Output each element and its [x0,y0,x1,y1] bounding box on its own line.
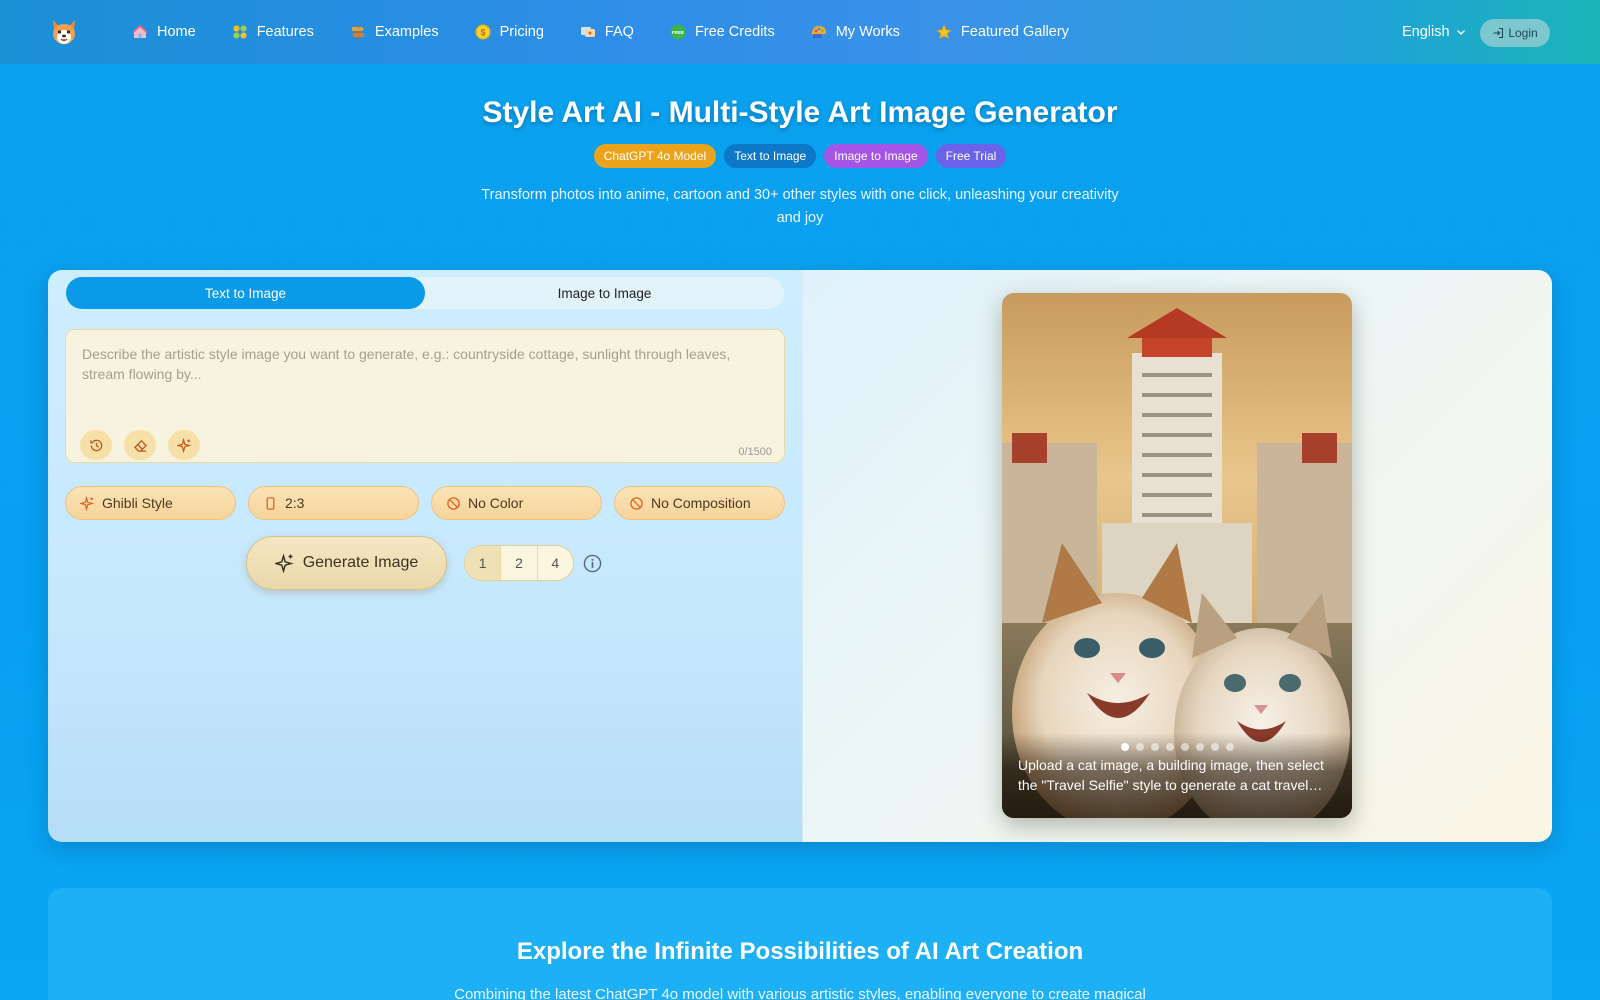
login-icon [1493,27,1504,39]
badge-model: ChatGPT 4o Model [593,144,717,168]
nav-free-credits[interactable]: FREE Free Credits [670,0,775,64]
char-counter: 0/1500 [738,446,772,458]
color-value: No Color [468,495,524,511]
carousel-dot[interactable] [1210,743,1219,751]
composition-select[interactable]: No Composition [614,486,785,520]
count-option-2[interactable]: 2 [501,546,538,580]
chevron-down-icon [1456,30,1465,35]
corgi-logo-icon[interactable] [48,16,80,48]
language-label: English [1402,24,1450,40]
example-carousel[interactable]: Upload a cat image, a building image, th… [1002,293,1352,818]
badge-free-trial: Free Trial [935,144,1007,168]
home-icon [132,24,148,38]
carousel-dot[interactable] [1195,743,1204,751]
color-select[interactable]: No Color [431,486,602,520]
palette-icon [811,26,826,38]
explore-subtitle: Combining the latest ChatGPT 4o model wi… [454,986,1146,1000]
sparkle-icon [176,437,191,453]
features-icon [233,25,247,39]
login-button[interactable]: Login [1480,19,1550,47]
nav-featured-gallery-label: Featured Gallery [960,24,1069,40]
tab-image-to-image[interactable]: Image to Image [425,277,784,309]
eraser-icon [133,439,147,452]
ratio-value: 2:3 [285,495,305,511]
style-value: Ghibli Style [102,495,173,511]
feature-badges: ChatGPT 4o Model Text to Image Image to … [0,144,1600,168]
preview-panel: Upload a cat image, a building image, th… [802,270,1552,842]
login-label: Login [1508,26,1538,40]
prompt-box: 0/1500 [65,329,785,463]
generator-card: Text to Image Image to Image 0/1500 [48,270,1552,842]
info-icon[interactable] [583,554,602,573]
nav-features-label: Features [256,24,314,40]
nav-examples-label: Examples [374,24,439,40]
carousel-dot[interactable] [1120,743,1129,751]
generate-label: Generate Image [302,554,419,571]
nav-pricing-label: Pricing [499,24,544,40]
style-select[interactable]: Ghibli Style [65,486,236,520]
carousel-dot[interactable] [1150,743,1159,751]
count-option-1[interactable]: 1 [465,546,502,580]
coin-icon: $ [475,24,491,40]
prompt-tools [80,430,200,460]
mode-tabs: Text to Image Image to Image [66,277,784,309]
sparkle-icon [274,553,294,573]
badge-image-to-image: Image to Image [824,144,928,168]
ratio-select[interactable]: 2:3 [248,486,419,520]
carousel-dots [1002,743,1352,751]
free-badge-text: FREE [672,30,684,35]
composition-value: No Composition [651,495,751,511]
nav-faq[interactable]: FAQ [580,0,634,64]
svg-text:$: $ [480,28,485,38]
ban-icon [630,496,643,510]
nav-featured-gallery[interactable]: Featured Gallery [936,0,1069,64]
clear-button[interactable] [124,430,156,460]
nav-features[interactable]: Features [232,0,314,64]
carousel-dot[interactable] [1180,743,1189,751]
image-count-selector: 1 2 4 [464,545,574,581]
language-selector[interactable]: English [1402,0,1466,64]
history-button[interactable] [80,430,112,460]
nav-my-works[interactable]: My Works [811,0,900,64]
nav-menu: Home Features Examples $ Pricing FAQ FRE… [132,0,1105,64]
portrait-ratio-icon [266,496,275,510]
history-icon [89,439,102,451]
style-options: Ghibli Style 2:3 No Color No Composition [65,486,785,520]
nav-pricing[interactable]: $ Pricing [475,0,544,64]
nav-home[interactable]: Home [132,0,196,64]
explore-section: Explore the Infinite Possibilities of AI… [48,888,1552,1000]
carousel-dot[interactable] [1225,743,1234,751]
star-icon [936,24,952,40]
nav-faq-label: FAQ [604,24,634,40]
signpost-icon [351,25,364,39]
generate-button[interactable]: Generate Image [246,536,447,590]
carousel-dot[interactable] [1135,743,1144,751]
generator-panel: Text to Image Image to Image 0/1500 [48,270,802,842]
nav-examples[interactable]: Examples [350,0,439,64]
tab-text-to-image[interactable]: Text to Image [66,277,425,309]
enhance-prompt-button[interactable] [168,430,200,460]
nav-my-works-label: My Works [835,24,900,40]
count-option-4[interactable]: 4 [538,546,573,580]
ban-icon [447,496,460,510]
hero-subtitle: Transform photos into anime, cartoon and… [481,187,1119,226]
badge-text-to-image: Text to Image [724,144,817,168]
top-nav: Home Features Examples $ Pricing FAQ FRE… [0,0,1600,64]
nav-home-label: Home [157,24,196,40]
sparkle-icon [80,495,95,511]
explore-title: Explore the Infinite Possibilities of AI… [516,938,1084,965]
faq-icon [580,27,595,37]
page-title: Style Art AI - Multi-Style Art Image Gen… [482,96,1118,129]
example-caption-text: Upload a cat image, a building image, th… [1018,757,1324,793]
nav-free-credits-label: Free Credits [694,24,775,40]
carousel-dot[interactable] [1165,743,1174,751]
free-icon: FREE [670,24,686,40]
